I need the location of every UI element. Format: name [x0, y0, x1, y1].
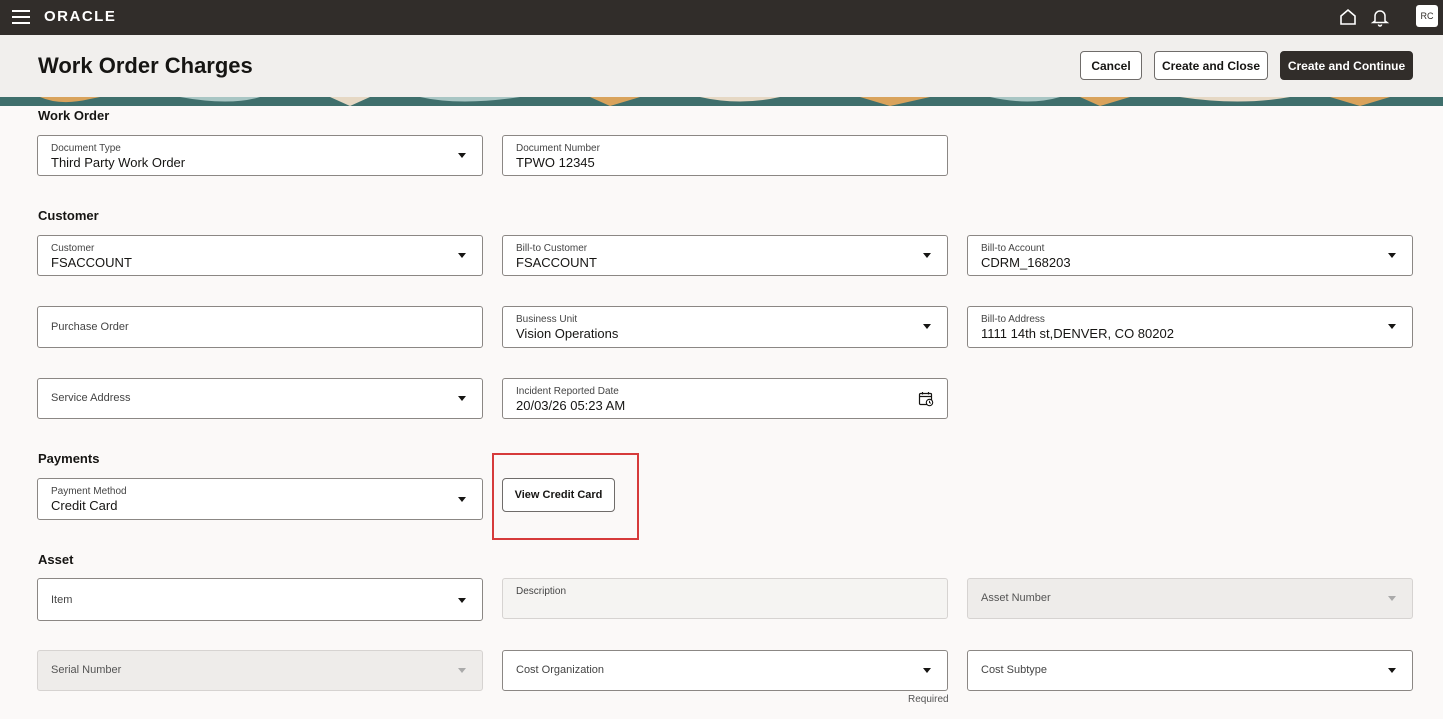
- chevron-down-icon: [458, 396, 466, 401]
- field-placeholder: Service Address: [51, 392, 131, 404]
- document-number-field[interactable]: Document Number TPWO 12345: [502, 135, 948, 176]
- chevron-down-icon: [923, 324, 931, 329]
- decorative-banner: [0, 97, 1443, 106]
- field-placeholder: Asset Number: [981, 592, 1051, 604]
- field-label: Bill-to Customer: [516, 243, 588, 254]
- field-placeholder: Serial Number: [51, 664, 122, 676]
- field-label: Customer: [51, 243, 95, 254]
- customer-select[interactable]: Customer FSACCOUNT: [37, 235, 483, 276]
- field-label: Payment Method: [51, 486, 127, 497]
- chevron-down-icon: [923, 668, 931, 673]
- cost-subtype-select[interactable]: Cost Subtype: [967, 650, 1413, 691]
- field-label: Bill-to Account: [981, 243, 1045, 254]
- chevron-down-icon: [1388, 668, 1396, 673]
- field-value: Vision Operations: [516, 326, 619, 341]
- field-label: Business Unit: [516, 314, 578, 325]
- view-credit-card-button[interactable]: View Credit Card: [502, 478, 615, 512]
- field-label: Description: [516, 586, 567, 597]
- chevron-down-icon: [458, 598, 466, 603]
- chevron-down-icon: [458, 153, 466, 158]
- cancel-button[interactable]: Cancel: [1080, 51, 1142, 80]
- chevron-down-icon: [1388, 324, 1396, 329]
- chevron-down-icon: [458, 497, 466, 502]
- field-value: FSACCOUNT: [516, 255, 597, 270]
- incident-reported-date-field[interactable]: Incident Reported Date 20/03/26 05:23 AM: [502, 378, 948, 419]
- document-type-select[interactable]: Document Type Third Party Work Order: [37, 135, 483, 176]
- avatar[interactable]: RC: [1416, 5, 1438, 27]
- chevron-down-icon: [1388, 596, 1396, 601]
- field-placeholder: Cost Subtype: [981, 664, 1048, 676]
- field-label: Incident Reported Date: [516, 386, 619, 397]
- field-value: 1111 14th st,DENVER, CO 80202: [981, 326, 1174, 341]
- business-unit-select[interactable]: Business Unit Vision Operations: [502, 306, 948, 348]
- bill-to-account-select[interactable]: Bill-to Account CDRM_168203: [967, 235, 1413, 276]
- create-and-continue-button[interactable]: Create and Continue: [1280, 51, 1413, 80]
- item-select[interactable]: Item: [37, 578, 483, 621]
- required-hint: Required: [908, 694, 949, 705]
- section-title-payments: Payments: [38, 451, 100, 466]
- description-field: Description: [502, 578, 948, 619]
- cost-organization-select[interactable]: Cost Organization: [502, 650, 948, 691]
- field-value: Credit Card: [51, 498, 118, 513]
- field-value: Third Party Work Order: [51, 155, 186, 170]
- field-placeholder: Purchase Order: [51, 321, 129, 333]
- page-title: Work Order Charges: [38, 53, 253, 78]
- bell-icon[interactable]: [1370, 7, 1390, 27]
- chevron-down-icon: [458, 253, 466, 258]
- chevron-down-icon: [923, 253, 931, 258]
- bill-to-customer-select[interactable]: Bill-to Customer FSACCOUNT: [502, 235, 948, 276]
- section-title-asset: Asset: [38, 552, 74, 567]
- purchase-order-field[interactable]: Purchase Order: [37, 306, 483, 348]
- field-placeholder: Cost Organization: [516, 664, 605, 676]
- field-value: 20/03/26 05:23 AM: [516, 398, 626, 413]
- page-header: Work Order Charges Cancel Create and Clo…: [0, 35, 1443, 97]
- field-label: Bill-to Address: [981, 314, 1045, 325]
- section-title-work-order: Work Order: [38, 108, 110, 123]
- oracle-logo: ORACLE: [44, 8, 117, 25]
- asset-number-select: Asset Number: [967, 578, 1413, 619]
- field-value: FSACCOUNT: [51, 255, 132, 270]
- serial-number-select: Serial Number: [37, 650, 483, 691]
- section-title-customer: Customer: [38, 208, 99, 223]
- payment-method-select[interactable]: Payment Method Credit Card: [37, 478, 483, 520]
- menu-icon[interactable]: [12, 10, 30, 24]
- chevron-down-icon: [458, 668, 466, 673]
- home-icon[interactable]: [1338, 7, 1358, 27]
- field-label: Document Number: [516, 143, 600, 154]
- field-label: Document Type: [51, 143, 121, 154]
- bill-to-address-select[interactable]: Bill-to Address 1111 14th st,DENVER, CO …: [967, 306, 1413, 348]
- chevron-down-icon: [1388, 253, 1396, 258]
- calendar-icon[interactable]: [918, 391, 934, 407]
- service-address-select[interactable]: Service Address: [37, 378, 483, 419]
- field-value: TPWO 12345: [516, 155, 595, 170]
- field-value: CDRM_168203: [981, 255, 1071, 270]
- create-and-close-button[interactable]: Create and Close: [1154, 51, 1268, 80]
- global-header: ORACLE RC: [0, 0, 1443, 35]
- field-placeholder: Item: [51, 594, 73, 606]
